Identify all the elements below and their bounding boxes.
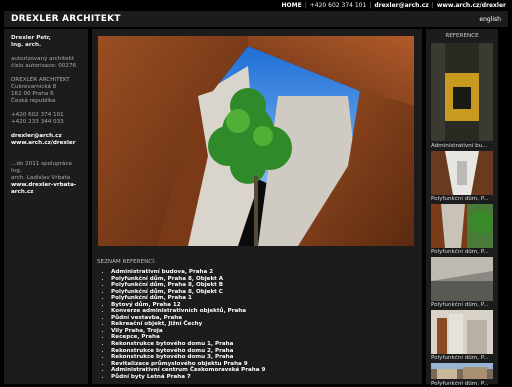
reference-gallery: REFERENCE Administrativní bu... Polyfunk… [426, 29, 498, 387]
top-contact-bar: HOME | +420 602 374 101 | drexler@arch.c… [0, 0, 512, 10]
site-title[interactable]: DREXLER ARCHITEKT [11, 14, 121, 24]
address-street: Cukrovarnická 8 [11, 84, 57, 90]
thumbnail-caption[interactable]: Administrativní bu... [431, 143, 493, 149]
separator: | [369, 1, 372, 9]
cooperation-web-link-cont[interactable]: arch.cz [11, 189, 81, 196]
thumbnail-caption[interactable]: Polyfunkční dům, P... [431, 355, 493, 361]
authorization-text: číslo autorizace: 00276 [11, 63, 77, 69]
address-country: Česká republika [11, 98, 56, 104]
sidebar-email-link[interactable]: drexler@arch.cz [11, 133, 81, 140]
courtyard-image [98, 36, 414, 246]
main-content: SEZNAM REFERENCÍ: Administrativní budova… [92, 29, 422, 384]
gallery-thumbnail[interactable] [431, 43, 493, 141]
home-link[interactable]: HOME [282, 2, 302, 9]
cooperation-partner: arch. Ladislav Vrbata [11, 175, 71, 181]
address-city: 162 00 Praha 6 [11, 91, 54, 97]
list-item[interactable]: Konverze administrativních objektů, Prah… [111, 308, 265, 315]
sidebar-web-link[interactable]: www.arch.cz/drexler [11, 140, 81, 147]
cooperation-text: ...do 2011 spolupráce Ing. [11, 161, 72, 174]
gallery-thumbnail[interactable] [431, 363, 493, 379]
gallery-thumbnail[interactable] [431, 151, 493, 195]
cooperation-web-link[interactable]: www.drexler-vrbata- [11, 182, 81, 189]
role-text: autorizovaný architekt [11, 56, 75, 62]
thumbnail-caption[interactable]: Polyfunkční dům, P... [431, 196, 493, 202]
gallery-heading: REFERENCE [445, 33, 479, 39]
email-link[interactable]: drexler@arch.cz [374, 2, 428, 9]
references-heading: SEZNAM REFERENCÍ: [97, 259, 156, 265]
site-header: DREXLER ARCHITEKT english [4, 11, 508, 27]
language-link[interactable]: english [479, 16, 501, 23]
web-link[interactable]: www.arch.cz/drexler [437, 2, 506, 9]
architect-name: Drexler Petr, [11, 35, 51, 41]
list-item[interactable]: Administrativní centrum Českomoravská Pr… [111, 367, 265, 374]
thumbnail-caption[interactable]: Polyfunkční dům, P... [431, 381, 493, 387]
gallery-thumbnail[interactable] [431, 310, 493, 354]
list-item[interactable]: Půdní byty Letná Praha 7 [111, 374, 265, 381]
architect-title: Ing. arch. [11, 42, 42, 48]
gallery-thumbnail[interactable] [431, 257, 493, 301]
company-name: DREXLER ARCHITEKT [11, 77, 70, 83]
separator: | [431, 1, 434, 9]
separator: | [304, 1, 307, 9]
thumbnail-caption[interactable]: Polyfunkční dům, P... [431, 302, 493, 308]
thumbnail-caption[interactable]: Polyfunkční dům, P... [431, 249, 493, 255]
contact-sidebar: Drexler Petr, Ing. arch. autorizovaný ar… [4, 29, 88, 384]
phone-text: +420 602 374 101 [309, 1, 367, 9]
featured-photo[interactable] [98, 36, 414, 246]
phone-1: +420 602 374 101 [11, 112, 64, 118]
phone-2: +420 233 344 033 [11, 119, 64, 125]
gallery-thumbnail[interactable] [431, 204, 493, 248]
references-list: Administrativní budova, Praha 2 Polyfunk… [104, 269, 265, 380]
